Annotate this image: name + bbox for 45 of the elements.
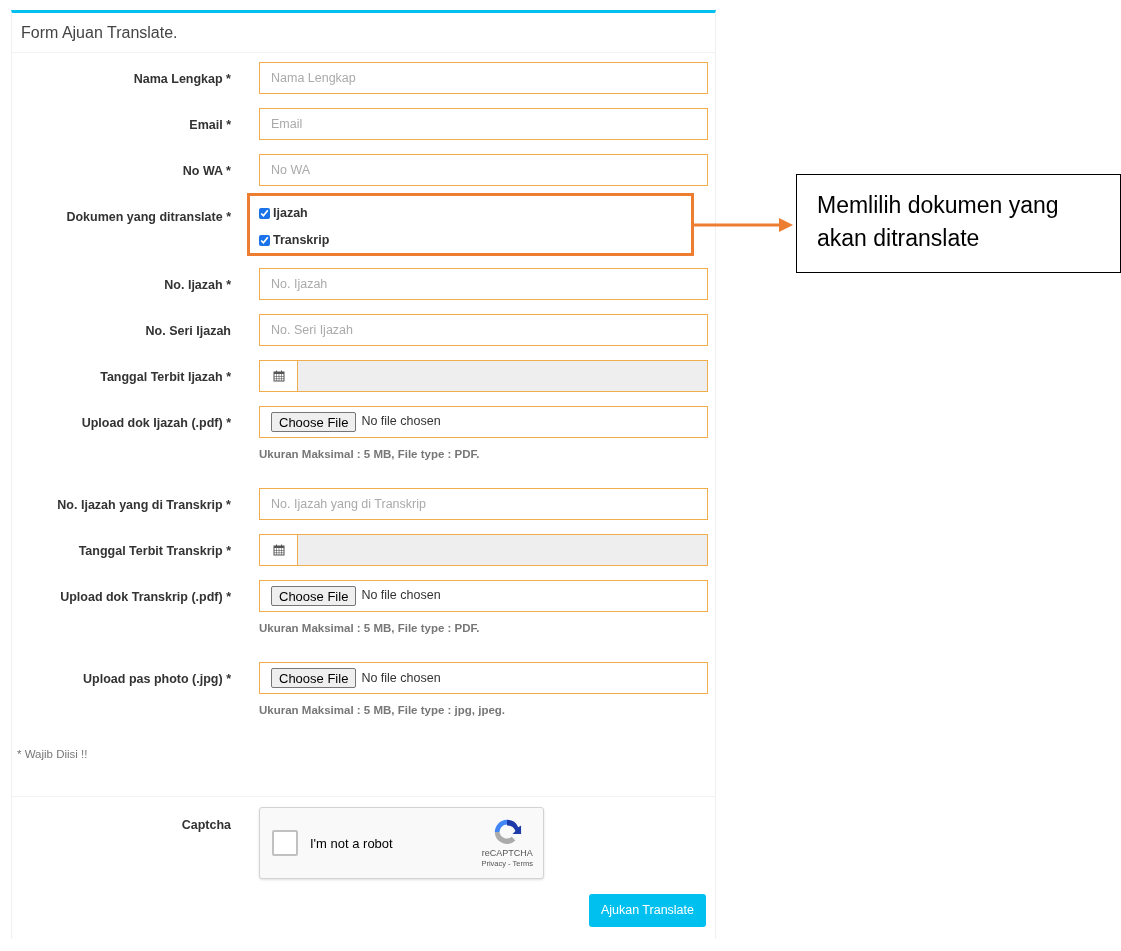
text-input-field[interactable]: No WA — [259, 154, 708, 186]
help-text: Ukuran Maksimal : 5 MB, File type : PDF. — [259, 620, 481, 636]
field-label: Upload pas photo (.jpg) * — [83, 671, 231, 688]
choose-file-button[interactable]: Choose File — [271, 411, 357, 432]
file-status: No file chosen — [361, 587, 441, 605]
field-label: Upload dok Ijazah (.pdf) * — [81, 414, 231, 432]
form-title: Form Ajuan Translate. — [21, 22, 178, 43]
captcha-text: I'm not a robot — [310, 834, 394, 853]
checkbox-label[interactable]: Ijazah — [273, 204, 308, 223]
text-input-field[interactable]: No. Ijazah — [259, 267, 708, 300]
text-input-field[interactable]: Email — [259, 108, 708, 140]
date-input-field[interactable] — [259, 533, 708, 566]
help-text: Ukuran Maksimal : 5 MB, File type : jpg, jpeg. — [259, 703, 507, 718]
text-input-field[interactable]: No. Ijazah yang di Transkrip — [259, 487, 708, 520]
checkbox[interactable] — [259, 234, 270, 246]
calendar-icon — [272, 543, 285, 556]
checkbox-label[interactable]: Transkrip — [273, 230, 330, 250]
choose-file-button[interactable]: Choose File — [271, 668, 357, 688]
file-input-field[interactable]: Choose File No file chosen — [259, 662, 708, 694]
text-input-field[interactable]: No. Seri Ijazah — [259, 313, 708, 346]
file-input-field[interactable]: Choose File No file chosen — [259, 405, 708, 438]
file-status: No file chosen — [361, 669, 441, 687]
calendar-icon — [272, 369, 285, 382]
captcha-label: Captcha — [181, 817, 231, 835]
field-label: Upload dok Transkrip (.pdf) * — [60, 588, 231, 606]
field-label: No. Ijazah * — [164, 276, 231, 294]
field-label: No. Ijazah yang di Transkrip * — [57, 496, 231, 514]
field-label: No WA * — [182, 163, 231, 180]
checkbox[interactable] — [259, 207, 270, 219]
text-input-field[interactable]: Nama Lengkap — [259, 62, 708, 94]
field-label: No. Seri Ijazah — [145, 322, 231, 340]
file-input-field[interactable]: Choose File No file chosen — [259, 579, 708, 612]
required-note: * Wajib Diisi !! — [17, 748, 88, 761]
captcha-checkbox[interactable] — [272, 830, 298, 857]
choose-file-button[interactable]: Choose File — [271, 585, 357, 606]
field-label: Dokumen yang ditranslate * — [66, 209, 231, 226]
field-label: Nama Lengkap * — [133, 71, 231, 88]
date-input-field[interactable] — [259, 359, 708, 392]
field-label: Email * — [189, 117, 231, 134]
help-text: Ukuran Maksimal : 5 MB, File type : PDF. — [259, 446, 481, 462]
field-label: Tanggal Terbit Transkrip * — [78, 542, 231, 560]
file-status: No file chosen — [361, 413, 441, 431]
captcha-brand: reCAPTCHA — [481, 847, 533, 860]
field-label: Tanggal Terbit Ijazah * — [100, 368, 231, 386]
callout-text: Memlilih dokumen yang akan ditranslate — [817, 191, 1060, 253]
